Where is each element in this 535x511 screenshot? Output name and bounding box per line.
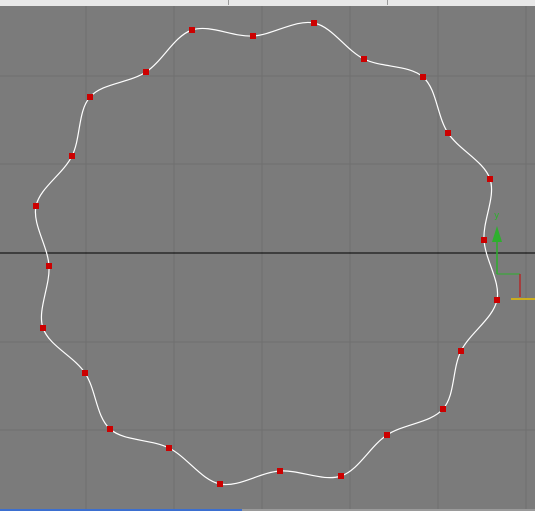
spline-vertex[interactable] (440, 406, 446, 412)
spline-curve[interactable] (34, 21, 499, 486)
spline-vertex[interactable] (487, 176, 493, 182)
spline-vertex[interactable] (82, 370, 88, 376)
spline-vertex[interactable] (311, 20, 317, 26)
spline-vertex[interactable] (166, 445, 172, 451)
spline-vertex[interactable] (69, 153, 75, 159)
spline-vertex[interactable] (107, 426, 113, 432)
spline-vertex[interactable] (143, 69, 149, 75)
spline-vertex[interactable] (217, 481, 223, 487)
gizmo-y-arrow-icon[interactable] (492, 226, 502, 242)
spline-vertex[interactable] (420, 74, 426, 80)
gizmo-y-label: y (494, 211, 500, 221)
spline-vertex[interactable] (361, 56, 367, 62)
spline-vertex[interactable] (494, 297, 500, 303)
spline-vertex[interactable] (445, 130, 451, 136)
spline-vertex[interactable] (250, 33, 256, 39)
spline-vertex[interactable] (458, 348, 464, 354)
spline-vertex[interactable] (87, 94, 93, 100)
spline-vertex[interactable] (189, 27, 195, 33)
spline-vertex[interactable] (277, 468, 283, 474)
spline-vertex[interactable] (384, 432, 390, 438)
transform-gizmo[interactable]: y (492, 211, 535, 300)
spline-vertex[interactable] (46, 263, 52, 269)
viewport-grid (0, 6, 535, 509)
spline-vertex[interactable] (481, 237, 487, 243)
viewport-scene[interactable]: y (0, 0, 535, 511)
spline-vertex[interactable] (338, 473, 344, 479)
spline-vertex[interactable] (33, 203, 39, 209)
spline-vertex[interactable] (40, 325, 46, 331)
